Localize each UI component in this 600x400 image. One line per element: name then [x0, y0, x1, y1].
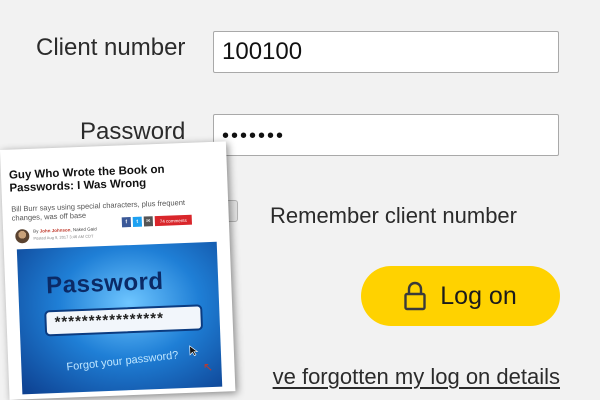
log-on-button[interactable]: Log on	[361, 266, 560, 326]
client-number-input[interactable]: 100100	[213, 31, 559, 73]
image-password-field: ****************	[44, 304, 204, 337]
twitter-share-icon[interactable]: t	[132, 216, 143, 227]
expand-arrow-icon[interactable]: ↖	[203, 360, 214, 374]
byline-prefix: By	[33, 228, 39, 234]
author-name[interactable]: John Johnson	[40, 227, 71, 233]
article-dateline: Posted Aug 9, 2017 3:46 AM CDT	[33, 233, 94, 241]
article-image: Password **************** Forgot your pa…	[16, 241, 223, 395]
forgot-log-on-details-link[interactable]: ve forgotten my log on details	[218, 364, 560, 390]
cursor-icon	[189, 345, 199, 357]
log-on-label: Log on	[440, 281, 517, 310]
client-number-label: Client number	[36, 34, 186, 61]
article-byline: By John Johnson, Naked Gaid	[33, 226, 97, 234]
image-forgot-text: Forgot your password?	[65, 349, 180, 374]
remember-client-label[interactable]: Remember client number	[270, 203, 517, 229]
comments-button[interactable]: 74 comments	[154, 214, 193, 227]
share-buttons: f t ✉ 74 comments	[121, 214, 193, 228]
password-input[interactable]: •••••••	[213, 114, 559, 156]
article-source: Naked Gaid	[72, 226, 97, 233]
email-share-icon[interactable]: ✉	[143, 216, 154, 227]
article-card: Guy Who Wrote the Book on Passwords: I W…	[0, 141, 236, 400]
image-password-word: Password	[45, 267, 165, 300]
password-label: Password	[80, 118, 186, 145]
facebook-share-icon[interactable]: f	[121, 217, 132, 228]
lock-icon	[404, 281, 426, 311]
article-headline[interactable]: Guy Who Wrote the Book on Passwords: I W…	[9, 162, 215, 196]
author-avatar	[15, 228, 30, 244]
